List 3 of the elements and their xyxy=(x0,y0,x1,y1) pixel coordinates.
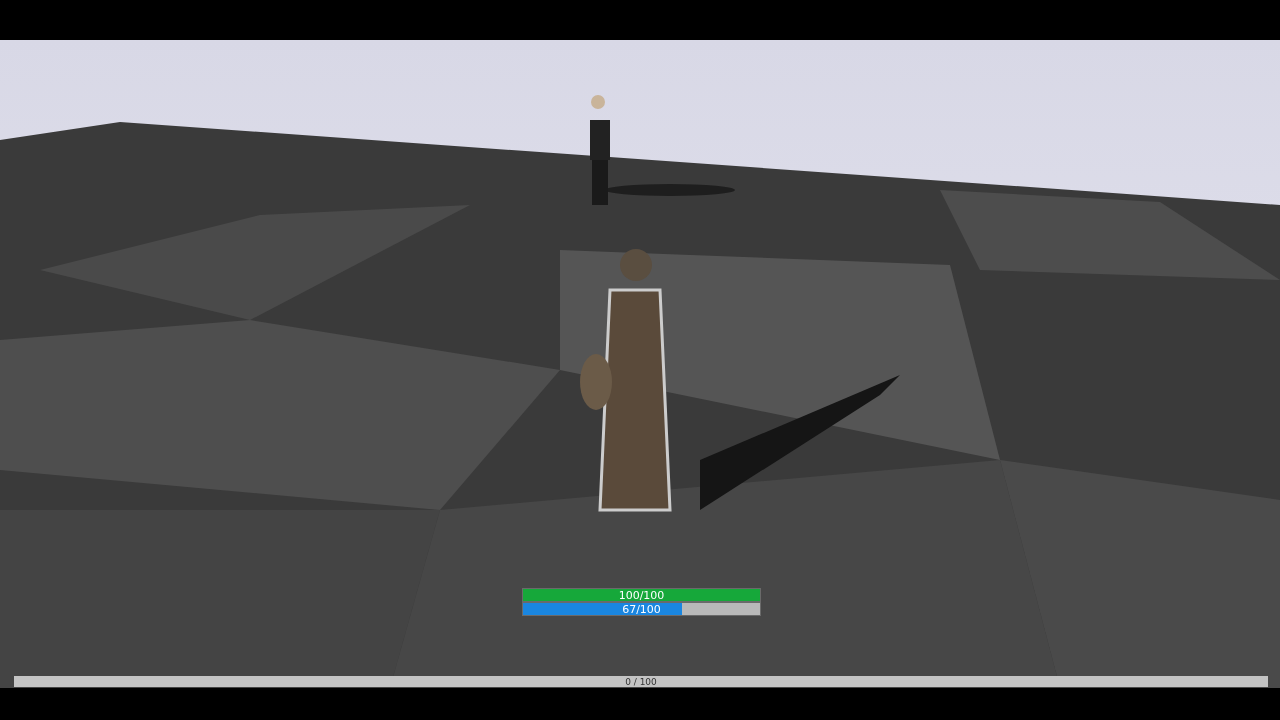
experience-reading: 0 / 100 xyxy=(625,677,657,686)
meter-reading: 100/100 xyxy=(618,589,665,601)
meter-reading: 67/100 xyxy=(622,603,661,615)
